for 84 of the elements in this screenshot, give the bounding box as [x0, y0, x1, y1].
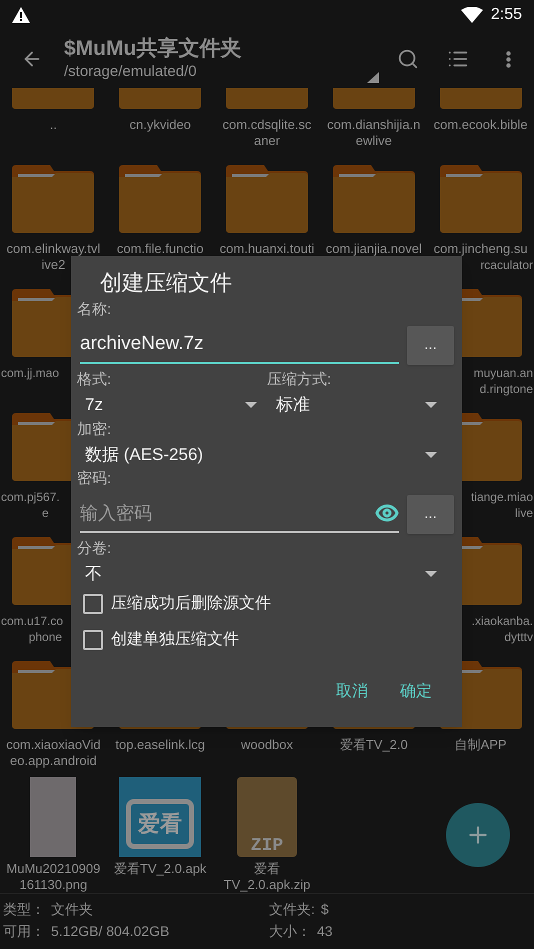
file-name: com.dianshijia.n: [327, 117, 420, 133]
file-name: top.easelink.lcg: [115, 737, 205, 753]
checkbox[interactable]: [83, 594, 103, 614]
clock-time: 2:55: [490, 5, 522, 25]
file-name: woodbox: [240, 737, 294, 753]
dialog-title: 创建压缩文件: [100, 270, 232, 295]
info-label: 文件夹:: [269, 900, 315, 918]
file-name: .xiaokanba.: [472, 613, 533, 629]
file-name: com.jincheng.su: [434, 241, 528, 257]
file-name: d.ringtone: [480, 381, 533, 397]
file-name: TV_2.0.apk.zip: [224, 877, 310, 893]
format-label: 格式:: [77, 370, 112, 390]
file-name: 爱看TV_2.0: [340, 737, 408, 753]
file-name: com.huanxi.touti: [220, 241, 314, 257]
folder-icon: [332, 165, 415, 233]
checkbox[interactable]: [83, 630, 103, 650]
file-name: phone: [28, 629, 62, 645]
file-name: com.jianjia.novel: [326, 241, 422, 257]
method-dropdown[interactable]: 标准: [267, 392, 454, 418]
format-dropdown[interactable]: 7z: [77, 392, 267, 418]
name-label: 名称:: [77, 300, 112, 320]
corner-triangle-icon: [367, 72, 379, 83]
dropdown-caret-icon: [425, 571, 437, 577]
info-value: 43: [317, 922, 333, 940]
file-name: com.xiaoxiaoVid: [6, 737, 101, 753]
file-name: muyuan.an: [474, 365, 533, 381]
password-label: 密码:: [77, 468, 112, 489]
file-name: tiange.miao: [470, 489, 533, 505]
file-name: ewlive: [356, 133, 392, 149]
info-value: $: [320, 900, 329, 918]
folder-icon: [119, 165, 202, 233]
wifi-icon: [460, 7, 483, 23]
folder-icon: [440, 165, 522, 233]
file-name: aner: [254, 133, 280, 149]
app-icon: 爱看: [119, 777, 202, 857]
zip-file-icon: ZIP: [236, 777, 297, 857]
file-name: 自制APP: [454, 737, 507, 753]
file-name: com.jj.mao: [1, 365, 60, 381]
split-label: 分卷:: [77, 539, 112, 560]
file-name: ..: [50, 117, 58, 133]
file-name: dytttv: [504, 629, 533, 645]
encryption-label: 加密:: [77, 420, 112, 440]
file-name: com.elinkway.tvl: [6, 241, 100, 257]
file-name: eo.app.android: [10, 753, 97, 769]
file-name: 爱看TV_2.0.apk: [114, 861, 206, 877]
dialog-button[interactable]: 确定: [392, 676, 440, 708]
dropdown-caret-icon: [425, 402, 437, 408]
file-name: com.pj567.: [1, 489, 60, 505]
method-label: 压缩方式:: [267, 370, 332, 390]
file-name: com.ecook.bible: [434, 117, 528, 133]
dropdown-caret-icon: [425, 452, 437, 458]
file-name: cn.ykvideo: [129, 117, 191, 133]
split-dropdown[interactable]: 不: [77, 562, 454, 586]
more-icon: [506, 50, 510, 68]
file-name: e: [42, 505, 49, 521]
file-name: MuMu20210909: [6, 861, 100, 877]
info-label: 大小：: [269, 922, 311, 940]
search-icon: [397, 48, 419, 70]
info-value: 文件夹: [51, 900, 93, 918]
file-name: ive2: [41, 257, 66, 273]
folder-icon: [12, 165, 94, 233]
dialog-button[interactable]: 取消: [328, 676, 376, 708]
folder-title: $MuMu共享文件夹: [64, 36, 242, 62]
file-name: 爱看: [254, 861, 280, 877]
archive-name-field[interactable]: archiveNew.7z: [80, 326, 399, 364]
file-name: 161130.png: [20, 877, 88, 893]
checkbox-label: 压缩成功后删除源文件: [111, 594, 271, 614]
folder-path: /storage/emulated/0: [64, 62, 197, 82]
encryption-dropdown[interactable]: 数据 (AES-256): [77, 442, 454, 467]
browse-button[interactable]: ...: [407, 494, 454, 534]
warning-icon: [12, 7, 30, 23]
file-name: live: [514, 505, 533, 521]
file-name: com.cdsqlite.sc: [222, 117, 312, 133]
password-field[interactable]: 输入密码: [80, 495, 399, 533]
info-label: 可用：: [3, 922, 45, 940]
browse-button[interactable]: ...: [407, 326, 454, 364]
dropdown-caret-icon: [245, 402, 257, 408]
info-label: 类型：: [3, 900, 45, 918]
info-value: 5.12GB/ 804.02GB: [51, 922, 170, 940]
checkbox-label: 创建单独压缩文件: [111, 630, 239, 650]
file-name: com.u17.co: [1, 613, 64, 629]
file-name: rcaculator: [480, 257, 533, 273]
file-name: com.file.functio: [116, 241, 204, 257]
folder-icon: [226, 165, 308, 233]
